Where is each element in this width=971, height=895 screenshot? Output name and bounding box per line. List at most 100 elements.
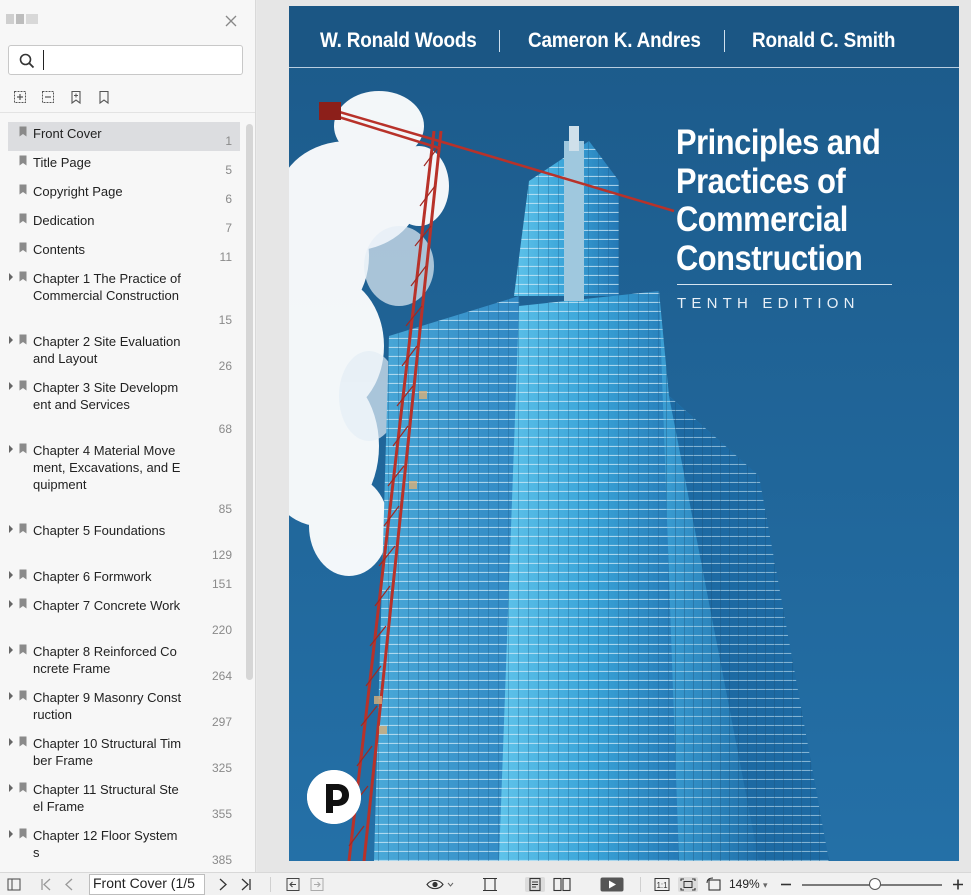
expand-arrow-icon[interactable] — [8, 692, 14, 700]
bookmark-icon — [19, 380, 27, 391]
cover-title-line: Construction — [676, 238, 863, 278]
outline-item-title: Front Cover — [33, 126, 102, 141]
outline-search-box[interactable] — [8, 45, 243, 75]
outline-item[interactable]: Chapter 12 Floor Systems 385 — [8, 824, 240, 870]
slideshow-play-icon[interactable] — [600, 877, 624, 892]
bookmark-icon — [19, 828, 27, 839]
thumbnails-icon[interactable] — [7, 877, 21, 892]
expand-arrow-icon[interactable] — [8, 525, 14, 533]
expand-arrow-icon[interactable] — [8, 738, 14, 746]
expand-arrow-icon[interactable] — [8, 784, 14, 792]
next-page-icon[interactable] — [218, 877, 228, 892]
outline-item-title: Dedication — [33, 213, 95, 228]
outline-item-page: 85 — [218, 502, 232, 516]
single-page-icon[interactable] — [525, 877, 545, 892]
expand-arrow-icon[interactable] — [8, 646, 14, 654]
outline-item[interactable]: Chapter 11 Structural Steel Frame 355 — [8, 778, 240, 824]
page-number-field[interactable]: Front Cover (1/5 — [89, 874, 205, 895]
outline-item[interactable]: Chapter 9 Masonry Construction 297 — [8, 686, 240, 732]
add-bookmark-icon[interactable] — [68, 89, 84, 105]
outline-item-title: Chapter 11 Structural Steel Frame — [33, 782, 179, 814]
outline-item-page: 5 — [225, 163, 232, 177]
bookmark-icon — [19, 690, 27, 701]
outline-item-title: Chapter 9 Masonry Construction — [33, 690, 182, 722]
outline-item[interactable]: Chapter 10 Structural Timber Frame 325 — [8, 732, 240, 778]
read-mode-eye-icon[interactable] — [426, 877, 454, 892]
last-page-icon[interactable] — [240, 877, 252, 892]
expand-arrow-icon[interactable] — [8, 445, 14, 453]
forward-view-icon[interactable] — [310, 877, 324, 892]
outline-item-page: 297 — [211, 715, 232, 729]
zoom-slider-thumb[interactable] — [868, 878, 881, 890]
bookmark-icon — [19, 736, 27, 747]
outline-item[interactable]: Chapter 8 Reinforced Concrete Frame 264 — [8, 640, 240, 686]
cover-edition: TENTH EDITION — [677, 295, 860, 312]
actual-size-icon[interactable]: 1:1 — [654, 877, 670, 892]
outline-item[interactable]: Chapter 2 Site Evaluation and Layout 26 — [8, 330, 240, 376]
cover-authors: W. Ronald Woods Cameron K. Andres Ronald… — [289, 26, 959, 56]
expand-arrow-icon[interactable] — [8, 273, 14, 281]
outline-item[interactable]: Copyright Page 6 — [8, 180, 240, 209]
cover-title-line: Practices of — [676, 161, 846, 201]
two-page-icon[interactable] — [552, 877, 572, 892]
cover-title-rule — [677, 284, 892, 285]
cover-author: Ronald C. Smith — [752, 29, 896, 52]
svg-text:1:1: 1:1 — [656, 881, 668, 890]
bookmark-icon — [19, 242, 27, 253]
cover-title-line: Principles and — [676, 123, 881, 162]
expand-arrow-icon[interactable] — [8, 382, 14, 390]
expand-arrow-icon[interactable] — [8, 600, 14, 608]
fit-width-icon[interactable] — [482, 877, 498, 892]
expand-all-icon[interactable] — [12, 89, 28, 105]
bookmark-icon — [19, 155, 27, 166]
zoom-out-icon[interactable] — [780, 877, 792, 892]
document-viewer[interactable]: W. Ronald Woods Cameron K. Andres Ronald… — [257, 0, 971, 872]
outline-scrollbar[interactable] — [246, 124, 253, 680]
bookmark-icon — [19, 213, 27, 224]
outline-item-page: 1 — [225, 134, 232, 148]
outline-item-page: 151 — [211, 577, 232, 591]
author-separator — [499, 30, 500, 52]
outline-item[interactable]: Chapter 5 Foundations 129 — [8, 519, 240, 565]
expand-arrow-icon[interactable] — [8, 830, 14, 838]
outline-item[interactable]: Chapter 4 Material Movement, Excavations… — [8, 439, 240, 519]
outline-item-title: Chapter 8 Reinforced Concrete Frame — [33, 644, 177, 676]
fit-page-icon[interactable] — [678, 877, 698, 892]
outline-list: Front Cover 1 Title Page 5 Copyright Page 6 De… — [0, 122, 244, 870]
outline-item[interactable]: Chapter 1 The Practice of Commercial Con… — [8, 267, 240, 330]
cover-title-line: Commercial — [676, 200, 848, 239]
outline-item[interactable]: Dedication 7 — [8, 209, 240, 238]
previous-page-icon[interactable] — [64, 877, 74, 892]
outline-item[interactable]: Chapter 3 Site Development and Services 6… — [8, 376, 240, 439]
outline-search-input[interactable] — [43, 50, 233, 70]
outline-item-page: 264 — [211, 669, 232, 683]
outline-item-title: Chapter 12 Floor Systems — [33, 828, 178, 860]
bookmark-icon — [19, 443, 27, 454]
outline-item-page: 355 — [211, 807, 232, 821]
bottom-toolbar: Front Cover (1/5 1:1 149% ▾ — [0, 872, 971, 895]
first-page-icon[interactable] — [40, 877, 52, 892]
outline-item[interactable]: Title Page 5 — [8, 151, 240, 180]
back-view-icon[interactable] — [286, 877, 300, 892]
zoom-level-dropdown[interactable]: 149% ▾ — [729, 877, 768, 891]
outline-item[interactable]: Chapter 7 Concrete Work 220 — [8, 594, 240, 640]
expand-arrow-icon[interactable] — [8, 336, 14, 344]
bookmark-icon — [19, 523, 27, 534]
zoom-in-icon[interactable] — [952, 877, 964, 892]
outline-item-title: Copyright Page — [33, 184, 123, 199]
outline-item-title: Contents — [33, 242, 86, 257]
bookmark-icon[interactable] — [96, 89, 112, 105]
book-cover-page: W. Ronald Woods Cameron K. Andres Ronald… — [289, 6, 959, 861]
bookmark-icon — [19, 271, 27, 282]
outline-item[interactable]: Contents 11 — [8, 238, 240, 267]
outline-item-page: 7 — [225, 221, 232, 235]
outline-item[interactable]: Front Cover 1 — [8, 122, 240, 151]
close-sidebar-icon[interactable] — [222, 12, 240, 30]
toolbar-separator — [640, 877, 641, 892]
expand-arrow-icon[interactable] — [8, 571, 14, 579]
rotate-page-icon[interactable] — [706, 877, 722, 892]
collapse-all-icon[interactable] — [40, 89, 56, 105]
outline-item-title: Chapter 3 Site Development and Services — [33, 380, 179, 412]
bookmark-icon — [19, 644, 27, 655]
outline-item[interactable]: Chapter 6 Formwork 151 — [8, 565, 240, 594]
